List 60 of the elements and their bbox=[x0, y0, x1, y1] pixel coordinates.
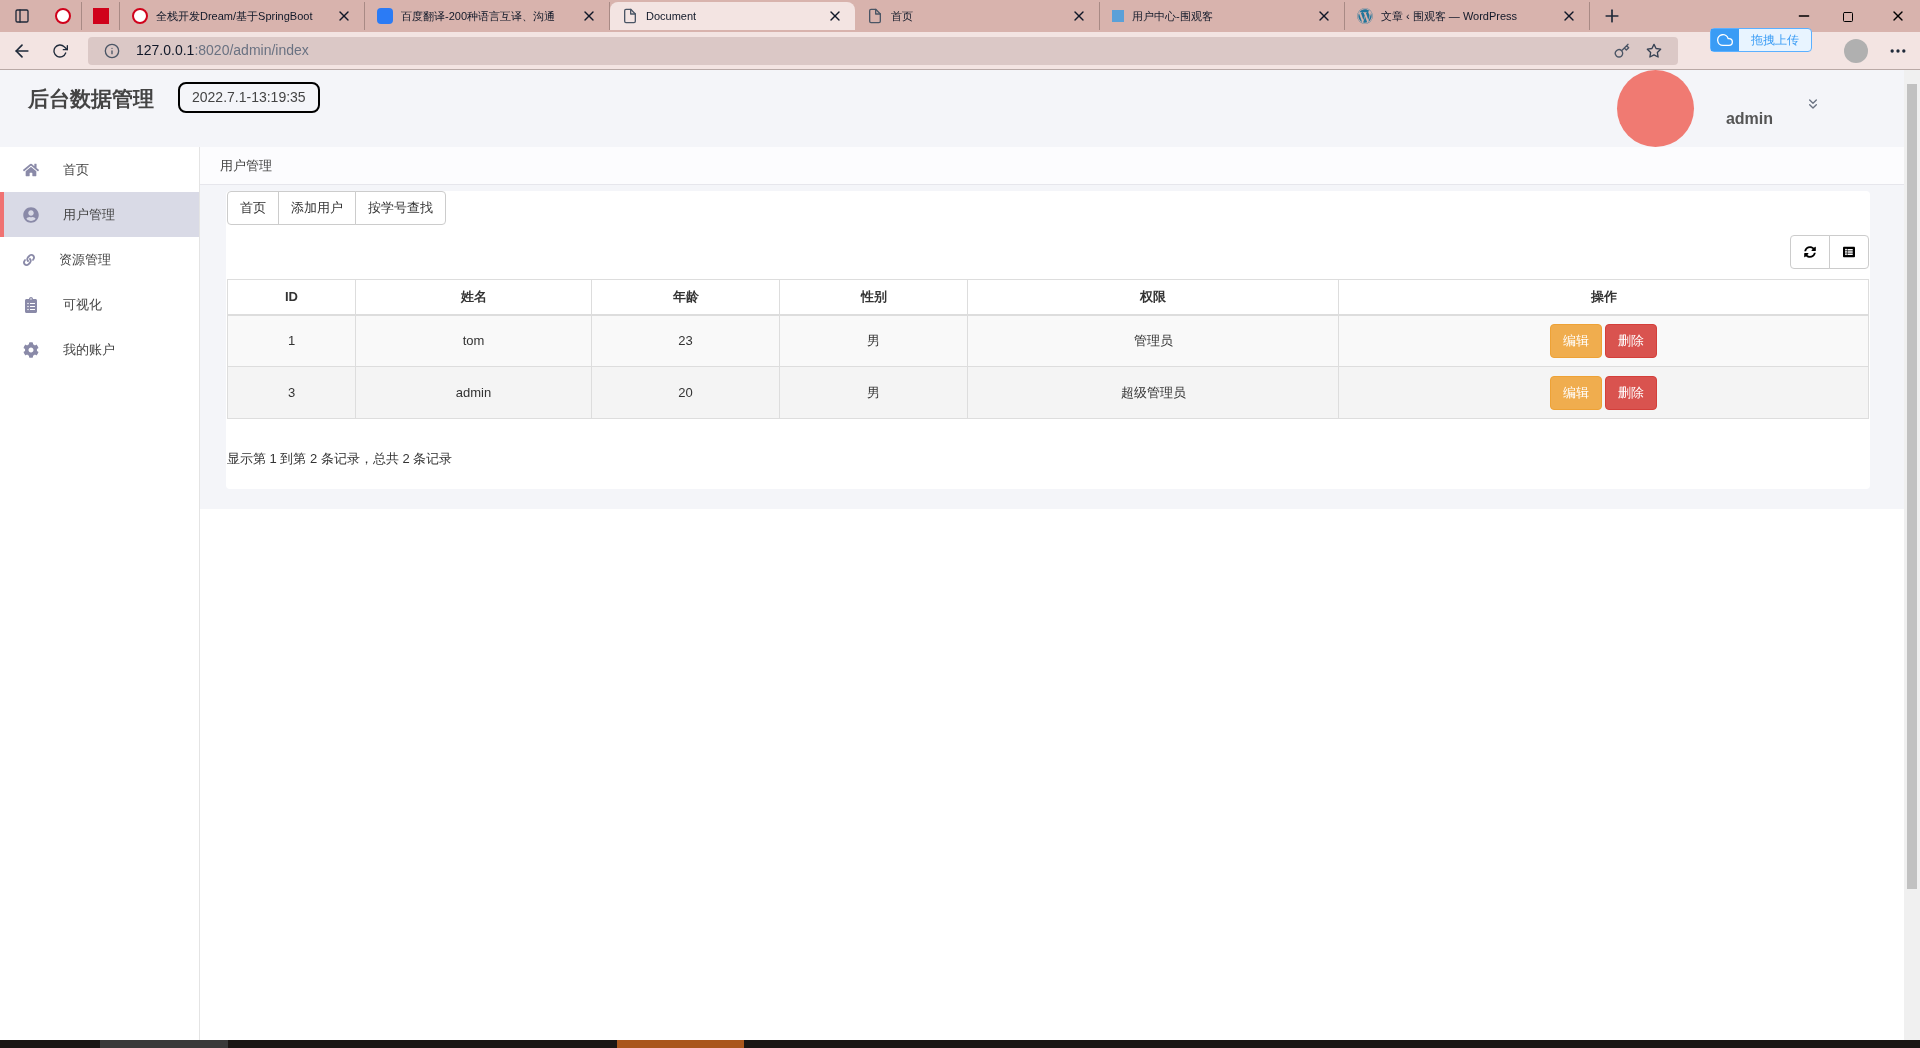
browser-tab[interactable]: 百度翻译-200种语言互译、沟通 bbox=[365, 2, 610, 30]
refresh-icon bbox=[1804, 246, 1816, 258]
clock-badge: 2022.7.1-13:19:35 bbox=[178, 82, 320, 113]
toolbar-button[interactable]: 首页 bbox=[227, 191, 279, 225]
sidebar-item[interactable]: 我的账户 bbox=[0, 327, 199, 372]
column-header: 姓名 bbox=[356, 280, 592, 314]
table-cell: tom bbox=[356, 316, 592, 366]
user-name: admin bbox=[1725, 109, 1773, 129]
sidebar-item[interactable]: 资源管理 bbox=[0, 237, 199, 282]
favorite-icon[interactable] bbox=[1646, 42, 1662, 59]
info-icon bbox=[104, 42, 120, 59]
pagination-info: 显示第 1 到第 2 条记录，总共 2 条记录 bbox=[227, 450, 454, 468]
refresh-button[interactable] bbox=[1790, 235, 1830, 269]
table-cell: 男 bbox=[780, 316, 968, 366]
sidebar-item[interactable]: 可视化 bbox=[0, 282, 199, 327]
breadcrumb: 用户管理 bbox=[220, 156, 272, 175]
delete-button[interactable]: 删除 bbox=[1605, 324, 1657, 358]
sidebar-icon bbox=[14, 8, 30, 24]
sidebar-item[interactable]: 首页 bbox=[0, 147, 199, 192]
table-cell: admin bbox=[356, 367, 592, 418]
reload-icon[interactable] bbox=[52, 42, 68, 59]
home-icon bbox=[23, 161, 39, 178]
table-cell: 男 bbox=[780, 367, 968, 418]
browser-tab[interactable]: 首页 bbox=[855, 2, 1100, 30]
browser-tab[interactable]: 全栈开发Dream/基于SpringBoot bbox=[120, 2, 365, 30]
url-field[interactable]: 127.0.0.1:8020/admin/index bbox=[88, 36, 1678, 65]
page-icon bbox=[622, 8, 638, 24]
toolbar-button[interactable]: 按学号查找 bbox=[355, 191, 446, 225]
list-icon bbox=[1843, 246, 1855, 258]
g-logo-icon bbox=[132, 8, 148, 24]
wordpress-logo-icon bbox=[1357, 8, 1373, 24]
column-header: 年龄 bbox=[592, 280, 780, 314]
sidebar-item[interactable]: 用户管理 bbox=[0, 192, 199, 237]
page-icon bbox=[867, 8, 883, 24]
url-text: 127.0.0.1:8020/admin/index bbox=[136, 41, 310, 60]
g-logo-icon bbox=[54, 8, 71, 24]
toolbar-button[interactable]: 添加用户 bbox=[278, 191, 356, 225]
clipboard-icon bbox=[23, 296, 39, 313]
browser-tab[interactable]: Document bbox=[610, 2, 855, 30]
columns-button[interactable] bbox=[1829, 235, 1869, 269]
table-cell: 3 bbox=[228, 367, 356, 418]
column-header: 权限 bbox=[968, 280, 1339, 314]
delete-button[interactable]: 删除 bbox=[1605, 375, 1657, 410]
column-header: ID bbox=[228, 280, 356, 314]
table-cell: 20 bbox=[592, 367, 780, 418]
link-icon bbox=[23, 253, 35, 266]
maximize-icon[interactable] bbox=[1842, 11, 1854, 23]
cloud-icon bbox=[1717, 32, 1733, 48]
key-icon[interactable] bbox=[1614, 42, 1630, 59]
column-header: 操作 bbox=[1589, 288, 1618, 307]
user-icon bbox=[23, 206, 39, 223]
column-header: 性别 bbox=[780, 280, 968, 314]
app-title: 后台数据管理 bbox=[28, 86, 154, 112]
browser-tab[interactable]: 用户中心-围观客 bbox=[1100, 2, 1345, 30]
table-cell: 超级管理员 bbox=[968, 367, 1339, 418]
browser-tab[interactable]: 文章 ‹ 围观客 — WordPress bbox=[1345, 2, 1590, 30]
table-cell: 23 bbox=[592, 316, 780, 366]
table-cell: 管理员 bbox=[968, 316, 1339, 366]
settings-icon bbox=[23, 341, 39, 358]
table-cell: 1 bbox=[228, 316, 356, 366]
